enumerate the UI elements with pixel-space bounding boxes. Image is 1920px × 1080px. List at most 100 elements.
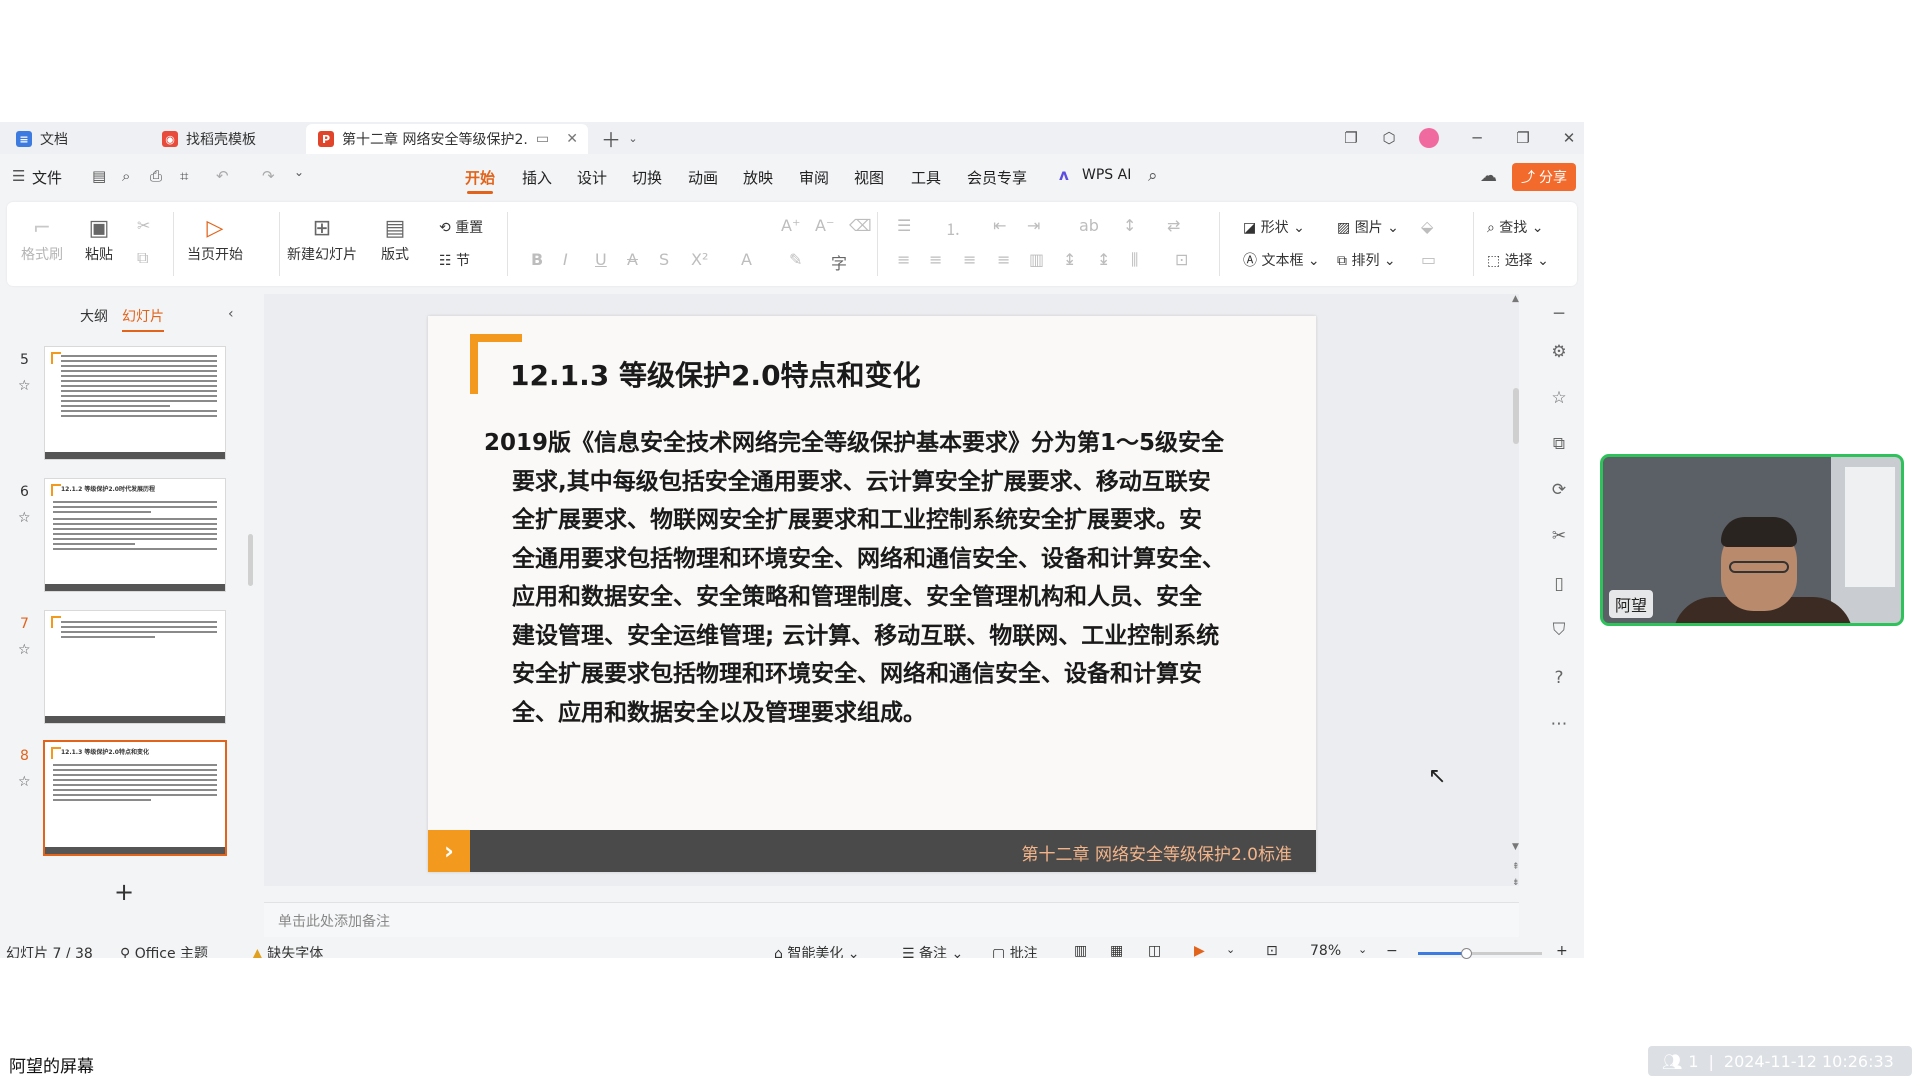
find-button[interactable]: ⌕ 查找 ⌄ [1487, 217, 1543, 237]
decrease-indent-icon[interactable]: ⇤ [993, 216, 1006, 235]
format-painter-button[interactable]: ⌐ 格式刷 [21, 214, 63, 264]
italic-icon[interactable]: I [563, 250, 568, 269]
zoom-slider-knob[interactable] [1461, 948, 1472, 959]
new-slide-button[interactable]: ⊞ 新建幻灯片 [287, 214, 357, 264]
print-icon[interactable]: ⎙ [150, 167, 162, 185]
slide-thumbnail-7[interactable] [44, 610, 226, 724]
canvas-scrollbar[interactable] [1513, 388, 1519, 444]
menu-file[interactable]: 文件 [32, 167, 62, 188]
menu-review[interactable]: 审阅 [799, 167, 829, 188]
arrange-button[interactable]: ⧉ 排列 ⌄ [1337, 250, 1396, 270]
share-button[interactable]: ⤴ 分享 [1512, 163, 1576, 191]
strikethrough-icon[interactable]: A [627, 250, 638, 269]
menu-view[interactable]: 视图 [854, 167, 884, 188]
undo-icon[interactable]: ↶ [216, 167, 229, 185]
play-options-chevron-icon[interactable]: ⌄ [1226, 943, 1235, 956]
panel-scrollbar[interactable] [248, 534, 253, 586]
normal-view-icon[interactable]: ▥ [1074, 943, 1087, 958]
tab-docer[interactable]: ◉ 找稻壳模板 [150, 124, 296, 154]
section-button[interactable]: ☷ 节 [439, 250, 470, 270]
close-tab-icon[interactable]: ✕ [566, 131, 578, 147]
monitor-icon[interactable]: ▭ [536, 131, 549, 147]
properties-icon[interactable]: ⚙ [1547, 342, 1571, 362]
close-window-icon[interactable]: ✕ [1550, 122, 1584, 154]
menu-design[interactable]: 设计 [577, 167, 607, 188]
start-current-slide-button[interactable]: ▷ 当页开始 [187, 214, 243, 264]
decrease-font-icon[interactable]: A⁻ [815, 216, 834, 235]
avatar[interactable] [1410, 122, 1448, 154]
play-button-icon[interactable]: ▶ [1194, 943, 1205, 958]
speaker-video[interactable]: 阿望 [1600, 454, 1904, 626]
prev-slide-icon[interactable]: ⇞ [1512, 862, 1520, 872]
scroll-down-icon[interactable]: ▼ [1512, 842, 1519, 852]
para-spacing-icon[interactable]: ↨ [1097, 250, 1110, 269]
menu-wps-ai[interactable]: WPS AI [1082, 167, 1131, 183]
copy-icon[interactable]: ⧉ [137, 248, 148, 268]
next-slide-icon[interactable]: ⇟ [1512, 878, 1520, 888]
more-icon[interactable]: ⋯ [1547, 714, 1571, 734]
restore-icon[interactable]: ❐ [1504, 122, 1542, 154]
increase-font-icon[interactable]: A⁺ [781, 216, 800, 235]
notes-pane[interactable]: 单击此处添加备注 [264, 902, 1519, 937]
menu-transitions[interactable]: 切换 [632, 167, 662, 188]
zoom-out-icon[interactable]: − [1386, 943, 1398, 958]
zoom-in-icon[interactable]: + [1556, 943, 1568, 958]
paste-button[interactable]: ▣ 粘贴 [85, 214, 113, 264]
numbered-list-icon[interactable]: ⒈ [945, 216, 961, 240]
reset-button[interactable]: ⟲ 重置 [439, 217, 483, 237]
columns-icon[interactable]: ⫼ [1131, 250, 1138, 270]
notes-toggle-button[interactable]: ☰ 备注 ⌄ [902, 943, 963, 958]
menu-animations[interactable]: 动画 [688, 167, 718, 188]
window-layout-icon[interactable]: ❐ [1332, 122, 1370, 154]
hamburger-icon[interactable]: ☰ [12, 167, 25, 185]
slide-thumbnail-5[interactable] [44, 346, 226, 460]
cut-icon[interactable]: ✂ [137, 216, 150, 235]
line-spacing-icon[interactable]: ↨ [1063, 250, 1076, 269]
phonetic-icon[interactable]: 字 [831, 250, 847, 274]
minimize-icon[interactable]: ─ [1458, 122, 1496, 154]
collapse-panel-icon[interactable]: ‹ [228, 306, 234, 322]
zoom-chevron-icon[interactable]: ⌄ [1358, 943, 1367, 956]
menu-tools[interactable]: 工具 [911, 167, 941, 188]
align-center-icon[interactable]: ≡ [929, 250, 942, 269]
distribute-icon[interactable]: ▥ [1029, 250, 1044, 269]
slide-thumbnail-6[interactable]: 12.1.2 等级保护2.0时代发展历程 [44, 478, 226, 592]
text-box-align-icon[interactable]: ⊡ [1175, 250, 1188, 269]
superscript-icon[interactable]: X² [691, 250, 708, 269]
clear-format-icon[interactable]: ⌫ [849, 216, 872, 235]
underline-icon[interactable]: U [595, 250, 607, 269]
theme-button[interactable]: ⚲ Office 主题 [120, 943, 208, 958]
comments-button[interactable]: ▢ 批注 [992, 943, 1038, 958]
quick-access-chevron-icon[interactable]: ⌄ [294, 165, 304, 179]
find-doc-icon[interactable]: ⌕ [122, 167, 130, 185]
align-right-icon[interactable]: ≡ [963, 250, 976, 269]
bold-icon[interactable]: B [531, 250, 543, 269]
menu-member[interactable]: 会员专享 [967, 167, 1027, 188]
collapse-icon[interactable]: ─ [1547, 304, 1571, 324]
shadow-icon[interactable]: S [659, 250, 669, 269]
slide-thumbnail-8[interactable]: 12.1.3 等级保护2.0特点和变化 [43, 740, 227, 856]
redo-icon[interactable]: ↷ [262, 167, 275, 185]
reading-view-icon[interactable]: ◫ [1148, 943, 1161, 958]
smart-icon[interactable]: ⟳ [1547, 480, 1571, 500]
menu-slideshow[interactable]: 放映 [743, 167, 773, 188]
chevron-down-icon[interactable]: ⌄ [614, 122, 652, 154]
font-color-icon[interactable]: A [741, 250, 752, 269]
convert-icon[interactable]: ⇄ [1167, 216, 1180, 235]
tab-slides[interactable]: 幻灯片 [122, 306, 164, 332]
copy-style-icon[interactable]: ⧉ [1547, 434, 1571, 454]
highlight-icon[interactable]: ✎ [789, 250, 802, 269]
tools-icon[interactable]: ✂ [1547, 526, 1571, 546]
outline-icon[interactable]: ▭ [1421, 250, 1436, 269]
justify-icon[interactable]: ≡ [997, 250, 1010, 269]
beautify-button[interactable]: ⌂ 智能美化 ⌄ [774, 943, 860, 958]
star-icon[interactable]: ☆ [18, 774, 31, 790]
select-button[interactable]: ⬚ 选择 ⌄ [1487, 250, 1549, 270]
sort-icon[interactable]: ↕ [1123, 216, 1136, 235]
layout-button[interactable]: ▤ 版式 [381, 214, 409, 264]
book-icon[interactable]: ▯ [1547, 574, 1571, 594]
increase-indent-icon[interactable]: ⇥ [1027, 216, 1040, 235]
bullet-list-icon[interactable]: ☰ [897, 216, 911, 235]
tab-docs[interactable]: ≡ 文档 [4, 124, 140, 154]
sorter-view-icon[interactable]: ▦ [1110, 943, 1123, 958]
